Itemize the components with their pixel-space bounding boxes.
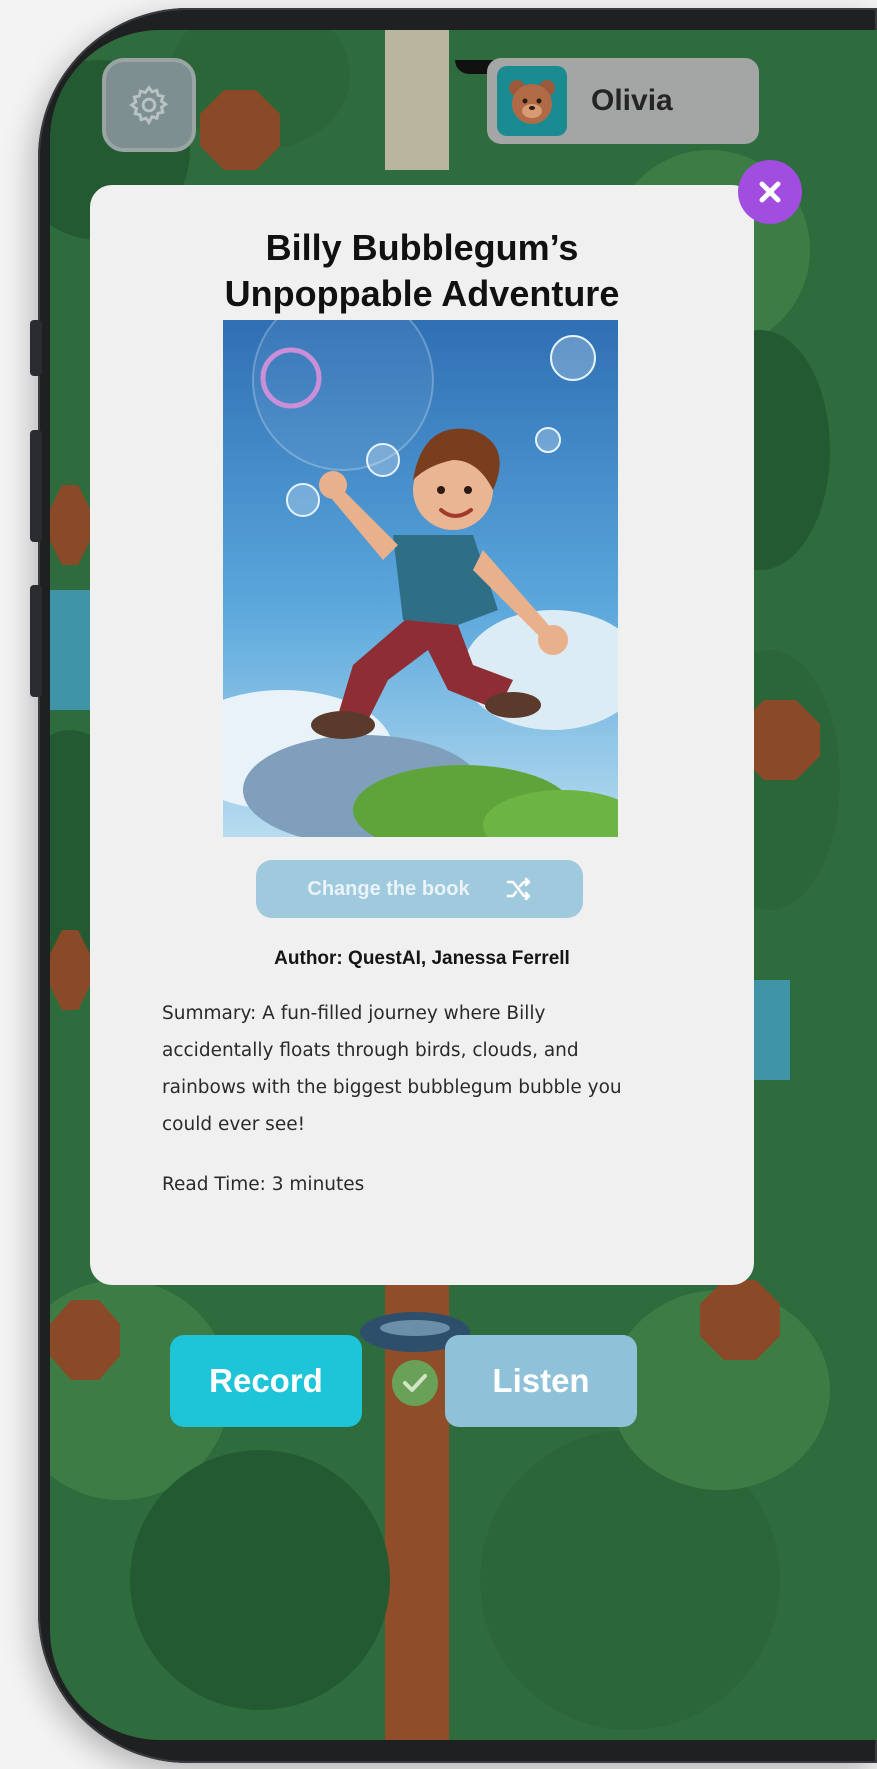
app-screen: Olivia Billy Bubblegum’s Unpoppable Adve… bbox=[50, 30, 877, 1740]
listen-label: Listen bbox=[492, 1362, 590, 1399]
book-author: Author: QuestAI, Janessa Ferrell bbox=[274, 948, 570, 969]
change-book-button[interactable]: Change the book bbox=[256, 860, 583, 918]
read-time: Read Time: 3 minutes bbox=[162, 1174, 365, 1195]
map-water bbox=[750, 980, 790, 1080]
book-cover-image bbox=[223, 320, 618, 837]
close-icon bbox=[759, 181, 781, 203]
close-button[interactable] bbox=[738, 160, 802, 224]
shuffle-icon bbox=[506, 877, 530, 901]
phone-side-button bbox=[30, 320, 42, 376]
record-label: Record bbox=[209, 1362, 323, 1399]
phone-volume-up bbox=[30, 430, 42, 542]
book-title: Billy Bubblegum’s Unpoppable Adventure bbox=[90, 225, 754, 317]
avatar bbox=[497, 66, 567, 136]
map-stump bbox=[50, 930, 90, 1010]
book-summary: Summary: A fun-filled journey where Bill… bbox=[162, 1003, 622, 1135]
map-stump bbox=[700, 1280, 780, 1360]
map-stump bbox=[50, 485, 90, 565]
record-button[interactable]: Record bbox=[170, 1335, 362, 1427]
listen-button[interactable]: Listen bbox=[445, 1335, 637, 1427]
profile-badge[interactable]: Olivia bbox=[487, 58, 759, 144]
map-tree bbox=[130, 1450, 390, 1710]
settings-button[interactable] bbox=[102, 58, 196, 152]
book-title-line-1: Billy Bubblegum’s bbox=[265, 227, 579, 268]
map-path bbox=[385, 30, 449, 170]
gear-icon bbox=[129, 85, 169, 126]
map-stump bbox=[50, 1300, 120, 1380]
bear-avatar-icon bbox=[509, 80, 555, 124]
status-check bbox=[392, 1360, 438, 1406]
profile-name: Olivia bbox=[591, 84, 673, 117]
map-water bbox=[50, 590, 90, 710]
map-stump bbox=[200, 90, 280, 170]
change-book-label: Change the book bbox=[307, 877, 470, 900]
phone-volume-down bbox=[30, 585, 42, 697]
check-icon bbox=[403, 1374, 427, 1392]
book-title-line-2: Unpoppable Adventure bbox=[224, 273, 620, 314]
